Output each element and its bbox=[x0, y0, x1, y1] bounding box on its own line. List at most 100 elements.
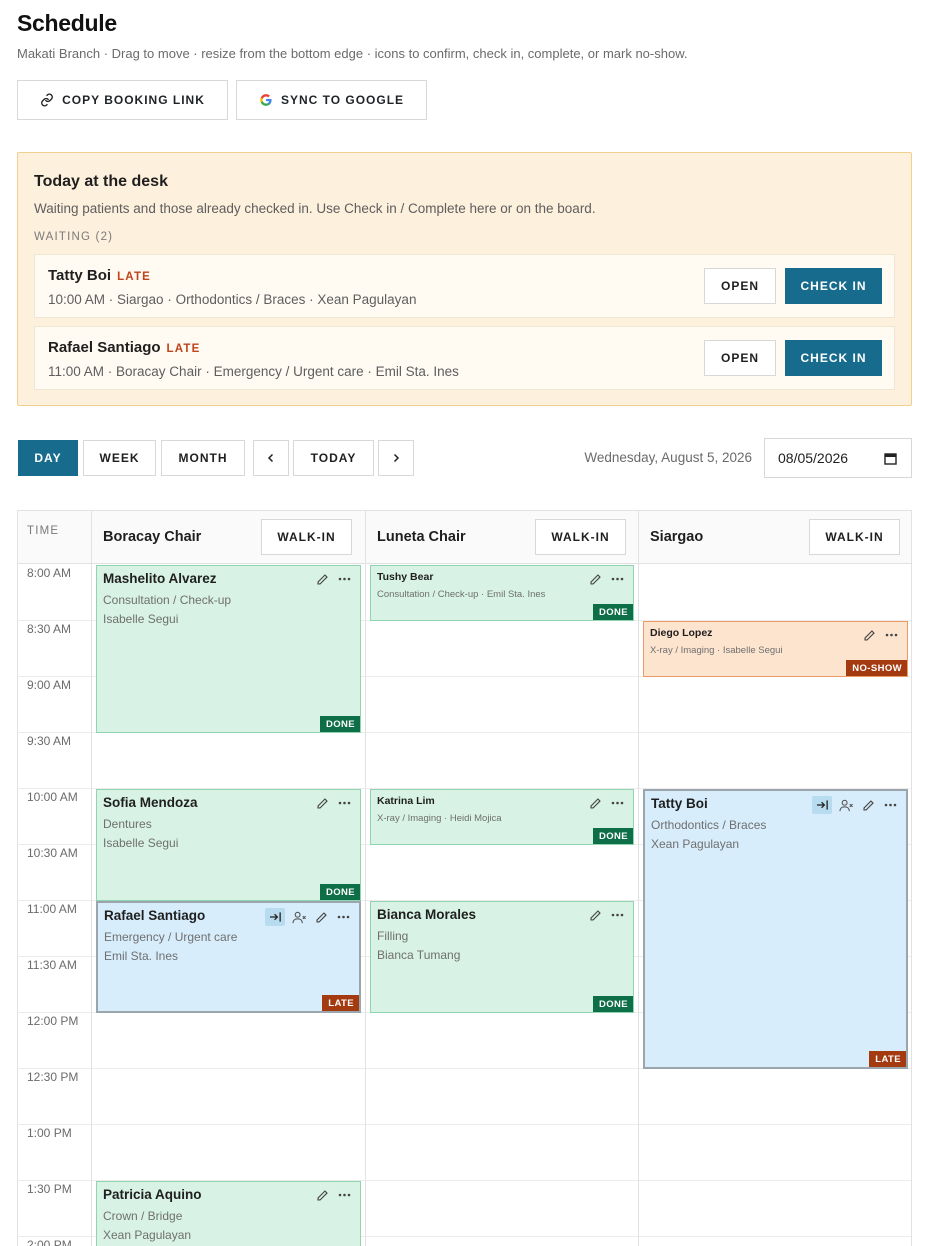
appointment-card[interactable]: Tushy Bear Consultation / Check-up · Emi… bbox=[370, 565, 634, 621]
status-badge: LATE bbox=[322, 995, 359, 1011]
appointment-card[interactable]: Tatty Boi Orthodontics / Braces Xean Pag… bbox=[643, 789, 908, 1069]
check-in-button[interactable]: CHECK IN bbox=[785, 340, 882, 376]
ellipsis-icon[interactable] bbox=[609, 571, 625, 587]
ellipsis-icon[interactable] bbox=[335, 909, 351, 925]
pencil-icon[interactable] bbox=[861, 627, 877, 643]
ellipsis-icon[interactable] bbox=[336, 1187, 352, 1203]
status-badge: DONE bbox=[319, 884, 360, 900]
copy-booking-link-label: COPY BOOKING LINK bbox=[62, 93, 205, 107]
walk-in-button[interactable]: WALK-IN bbox=[809, 519, 900, 555]
time-slot-label: 12:00 PM bbox=[27, 1014, 79, 1028]
pencil-icon[interactable] bbox=[314, 1187, 330, 1203]
next-day-button[interactable] bbox=[378, 440, 414, 476]
appointment-card[interactable]: Mashelito Alvarez Consultation / Check-u… bbox=[96, 565, 361, 733]
waiting-patient-name: Rafael Santiago LATE bbox=[48, 339, 201, 356]
today-button[interactable]: TODAY bbox=[293, 440, 374, 476]
appointment-card[interactable]: Katrina Lim X-ray / Imaging · Heidi Moji… bbox=[370, 789, 634, 845]
page-title: Schedule bbox=[17, 10, 117, 36]
ellipsis-icon[interactable] bbox=[609, 907, 625, 923]
check-in-arrow-icon[interactable] bbox=[812, 796, 832, 814]
prev-day-button[interactable] bbox=[253, 440, 289, 476]
sync-to-google-button[interactable]: SYNC TO GOOGLE bbox=[236, 80, 427, 120]
appointment-patient: Bianca Morales bbox=[377, 907, 477, 922]
status-badge: LATE bbox=[869, 1051, 906, 1067]
view-week-button[interactable]: WEEK bbox=[83, 440, 156, 476]
pencil-icon[interactable] bbox=[314, 571, 330, 587]
appointment-actions bbox=[314, 1187, 352, 1203]
pencil-icon[interactable] bbox=[587, 907, 603, 923]
chevron-right-icon bbox=[393, 453, 400, 463]
time-slot-label: 10:30 AM bbox=[27, 846, 78, 860]
check-in-button[interactable]: CHECK IN bbox=[785, 268, 882, 304]
ellipsis-icon[interactable] bbox=[883, 627, 899, 643]
ellipsis-icon[interactable] bbox=[336, 571, 352, 587]
column-divider bbox=[365, 511, 366, 1246]
appointment-actions bbox=[314, 571, 352, 587]
copy-booking-link-button[interactable]: COPY BOOKING LINK bbox=[17, 80, 228, 120]
ellipsis-icon[interactable] bbox=[882, 797, 898, 813]
pencil-icon[interactable] bbox=[860, 797, 876, 813]
view-month-button[interactable]: MONTH bbox=[161, 440, 245, 476]
appointment-patient: Tushy Bear bbox=[377, 571, 434, 583]
date-picker-input[interactable]: 08/05/2026 bbox=[764, 438, 912, 478]
appointment-staff: Bianca Tumang bbox=[377, 948, 461, 962]
appointment-patient: Rafael Santiago bbox=[104, 908, 206, 923]
column-divider bbox=[91, 511, 92, 1246]
status-badge: DONE bbox=[592, 828, 633, 844]
time-slot-label: 9:30 AM bbox=[27, 734, 72, 748]
appointment-card[interactable]: Diego Lopez X-ray / Imaging · Isabelle S… bbox=[643, 621, 908, 677]
waiting-count-label: WAITING (2) bbox=[34, 231, 114, 243]
waiting-row: Tatty Boi LATE 10:00 AM · Siargao · Ortho… bbox=[34, 254, 895, 318]
appointment-actions bbox=[265, 908, 351, 926]
appointment-patient: Mashelito Alvarez bbox=[103, 571, 217, 586]
desk-title: Today at the desk bbox=[34, 173, 168, 190]
waiting-patient-name: Tatty Boi LATE bbox=[48, 267, 151, 284]
time-slot-label: 11:00 AM bbox=[27, 902, 77, 916]
pencil-icon[interactable] bbox=[587, 795, 603, 811]
time-slot-label: 2:00 PM bbox=[27, 1238, 72, 1246]
appointment-card[interactable]: Bianca Morales Filling Bianca Tumang DON… bbox=[370, 901, 634, 1013]
view-day-button[interactable]: DAY bbox=[18, 440, 78, 476]
ellipsis-icon[interactable] bbox=[609, 795, 625, 811]
user-x-icon[interactable] bbox=[838, 797, 854, 813]
appointment-actions bbox=[587, 795, 625, 811]
check-in-arrow-icon[interactable] bbox=[265, 908, 285, 926]
appointment-patient: Diego Lopez bbox=[650, 627, 713, 639]
open-button[interactable]: OPEN bbox=[704, 340, 776, 376]
appointment-service: Crown / Bridge bbox=[103, 1209, 183, 1223]
open-button[interactable]: OPEN bbox=[704, 268, 776, 304]
appointment-staff: Emil Sta. Ines bbox=[104, 949, 179, 963]
ellipsis-icon[interactable] bbox=[336, 795, 352, 811]
calendar-icon[interactable] bbox=[884, 452, 897, 465]
walk-in-button[interactable]: WALK-IN bbox=[261, 519, 352, 555]
google-g-icon bbox=[259, 93, 273, 107]
time-slot-label: 10:00 AM bbox=[27, 790, 78, 804]
sync-to-google-label: SYNC TO GOOGLE bbox=[280, 93, 405, 107]
appointment-actions bbox=[812, 796, 898, 814]
appointment-service: X-ray / Imaging · Isabelle Segui bbox=[650, 645, 783, 656]
appointment-service: Emergency / Urgent care bbox=[104, 930, 238, 944]
link-icon bbox=[40, 93, 54, 107]
pencil-icon[interactable] bbox=[313, 909, 329, 925]
column-title-luneta-chair: Luneta Chair bbox=[377, 529, 466, 545]
appointment-actions bbox=[314, 795, 352, 811]
desk-description: Waiting patients and those already check… bbox=[34, 201, 596, 216]
status-badge: DONE bbox=[319, 716, 360, 732]
appointment-card[interactable]: Patricia Aquino Crown / Bridge Xean Pagu… bbox=[96, 1181, 361, 1246]
appointment-service: Consultation / Check-up · Emil Sta. Ines bbox=[377, 589, 546, 600]
row-divider bbox=[18, 1124, 911, 1125]
late-tag: LATE bbox=[166, 343, 201, 355]
user-x-icon[interactable] bbox=[291, 909, 307, 925]
patient-name-text: Tatty Boi bbox=[48, 267, 112, 284]
appointment-service: Dentures bbox=[103, 817, 152, 831]
pencil-icon[interactable] bbox=[587, 571, 603, 587]
walk-in-button[interactable]: WALK-IN bbox=[535, 519, 626, 555]
chevron-left-icon bbox=[267, 453, 274, 463]
appointment-card[interactable]: Sofia Mendoza Dentures Isabelle Segui DO… bbox=[96, 789, 361, 901]
pencil-icon[interactable] bbox=[314, 795, 330, 811]
appointment-card[interactable]: Rafael Santiago Emergency / Urgent care … bbox=[96, 901, 361, 1013]
time-slot-label: 8:30 AM bbox=[27, 622, 72, 636]
date-value: 08/05/2026 bbox=[778, 450, 849, 466]
appointment-staff: Xean Pagulayan bbox=[651, 837, 740, 851]
appointment-patient: Patricia Aquino bbox=[103, 1187, 202, 1202]
